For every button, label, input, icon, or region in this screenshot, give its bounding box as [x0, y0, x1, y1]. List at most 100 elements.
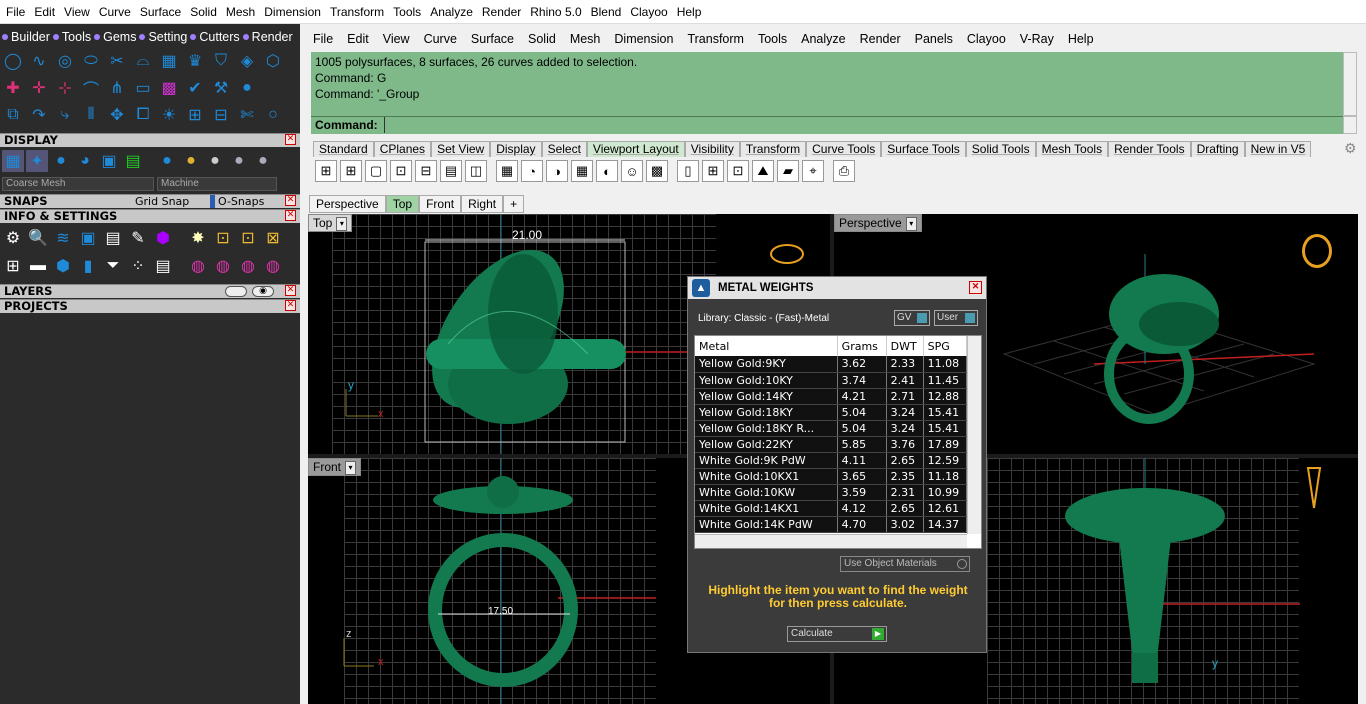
- table-row[interactable]: White Gold:10KX1 3.65 2.35 11.18: [695, 468, 968, 485]
- layout-split-icon[interactable]: ▤: [440, 160, 462, 182]
- main-menu-item[interactable]: V-Ray: [1020, 32, 1054, 46]
- table-row[interactable]: Yellow Gold:22KY 5.85 3.76 17.89: [695, 436, 968, 453]
- boolean-icon[interactable]: ⧉: [2, 104, 24, 126]
- viewport-tab[interactable]: +: [503, 195, 525, 213]
- named-view-icon[interactable]: ⊡: [727, 160, 749, 182]
- shaded-icon[interactable]: ●: [50, 150, 72, 172]
- top-menu-item[interactable]: View: [64, 5, 90, 19]
- cutter-icon[interactable]: ⬡: [262, 50, 284, 72]
- toolbar-tab[interactable]: Visibility: [684, 141, 740, 157]
- artistic-icon[interactable]: ▣: [98, 150, 120, 172]
- sphere-silver-icon[interactable]: ●: [204, 150, 226, 172]
- camera-target-icon[interactable]: ◑: [546, 160, 568, 182]
- command-scrollbar[interactable]: [1343, 116, 1357, 134]
- main-menu-item[interactable]: Edit: [347, 32, 369, 46]
- toolbar-tab[interactable]: Render Tools: [1108, 141, 1191, 157]
- layout-grid-2-icon[interactable]: ▦: [496, 160, 518, 182]
- viewport-top-label[interactable]: Top ▾: [308, 214, 353, 232]
- main-menu-item[interactable]: Transform: [687, 32, 744, 46]
- cylinder-icon[interactable]: ▮: [77, 255, 99, 277]
- main-menu-item[interactable]: Analyze: [801, 32, 845, 46]
- projects-section[interactable]: PROJECTS ✕: [0, 299, 300, 313]
- box-icon[interactable]: ▣: [77, 227, 99, 249]
- top-menu-item[interactable]: Rhino 5.0: [530, 5, 581, 19]
- layout-new-icon[interactable]: ⊡: [390, 160, 412, 182]
- viewport-perspective-label[interactable]: Perspective ▾: [834, 214, 922, 232]
- table-row[interactable]: White Gold:14K PdW 4.70 3.02 14.37: [695, 516, 968, 533]
- dimension3-icon[interactable]: ⊠: [262, 227, 284, 249]
- toolbar-tab[interactable]: Set View: [431, 141, 491, 157]
- circle-tool-icon[interactable]: ◯: [2, 50, 24, 72]
- ungroup-icon[interactable]: ⊟: [210, 104, 232, 126]
- main-menu-item[interactable]: Panels: [915, 32, 953, 46]
- gem-tab[interactable]: Builder: [2, 30, 50, 44]
- chevron-down-icon[interactable]: ▾: [336, 216, 348, 231]
- layout-split-v-icon[interactable]: ◫: [465, 160, 487, 182]
- group-icon[interactable]: ⊞: [184, 104, 206, 126]
- sphere-gold-icon[interactable]: ●: [180, 150, 202, 172]
- close-icon[interactable]: ✕: [969, 281, 982, 294]
- toolbar-tab[interactable]: Viewport Layout: [586, 141, 685, 157]
- top-menu-item[interactable]: Dimension: [264, 5, 321, 19]
- grid-snap-toggle[interactable]: Grid Snap: [135, 195, 189, 208]
- main-menu-item[interactable]: Curve: [424, 32, 457, 46]
- table-row[interactable]: Yellow Gold:18KY R... 5.04 3.24 15.41: [695, 420, 968, 437]
- top-menu-item[interactable]: Clayoo: [630, 5, 667, 19]
- history-scrollbar[interactable]: [1343, 52, 1357, 116]
- lens-icon[interactable]: ◐: [596, 160, 618, 182]
- close-icon[interactable]: ✕: [285, 300, 296, 311]
- scatter-icon[interactable]: ⁘: [127, 255, 149, 277]
- dimension2-icon[interactable]: ⊡: [237, 227, 259, 249]
- layout-single-icon[interactable]: ▢: [365, 160, 387, 182]
- main-menu-item[interactable]: Render: [860, 32, 901, 46]
- pave-icon[interactable]: ▦: [158, 50, 180, 72]
- colors-icon[interactable]: ▩: [646, 160, 668, 182]
- chevron-down-icon[interactable]: ▾: [345, 460, 357, 475]
- gem-tab[interactable]: Gems: [94, 30, 136, 44]
- gem-tab[interactable]: Tools: [52, 30, 91, 44]
- toolbar-tab[interactable]: Select: [541, 141, 587, 157]
- layout-grid-icon[interactable]: ⊞: [340, 160, 362, 182]
- column-header[interactable]: DWT: [886, 336, 924, 356]
- page-icon[interactable]: ▯: [677, 160, 699, 182]
- detail-icon[interactable]: ⊞: [702, 160, 724, 182]
- cross-array-icon[interactable]: ✛: [28, 77, 50, 99]
- ring-size-icon[interactable]: ◍: [187, 255, 209, 277]
- layer-toggle-icon[interactable]: [225, 286, 247, 297]
- table-row[interactable]: White Gold:10KW 3.59 2.31 10.99: [695, 484, 968, 501]
- toolbar-tab[interactable]: CPlanes: [373, 141, 432, 157]
- top-menu-item[interactable]: Edit: [34, 5, 55, 19]
- gem-setting-icon[interactable]: ◈: [236, 50, 258, 72]
- top-menu-item[interactable]: Mesh: [226, 5, 255, 19]
- toolbar-tab[interactable]: New in V5: [1244, 141, 1312, 157]
- face-icon[interactable]: ☺: [621, 160, 643, 182]
- top-menu-item[interactable]: Tools: [393, 5, 421, 19]
- ring-size2-icon[interactable]: ◍: [212, 255, 234, 277]
- layers-section[interactable]: LAYERS ◉ ✕: [0, 284, 300, 298]
- document-icon[interactable]: ▤: [152, 255, 174, 277]
- gear-icon[interactable]: ⚙: [1344, 140, 1357, 157]
- main-menu-item[interactable]: Solid: [528, 32, 556, 46]
- viewport-tab[interactable]: Front: [419, 195, 462, 213]
- dimension-icon[interactable]: ⊡: [212, 227, 234, 249]
- table-row[interactable]: White Gold:9K PdW 4.11 2.65 12.59: [695, 452, 968, 469]
- toolbar-tab[interactable]: Mesh Tools: [1035, 141, 1109, 157]
- metal-weights-header[interactable]: ▲ METAL WEIGHTS ✕: [688, 277, 986, 299]
- ring-icon[interactable]: ○: [262, 104, 284, 126]
- layout-4-icon[interactable]: ⊞: [315, 160, 337, 182]
- text-icon[interactable]: ▭: [132, 77, 154, 99]
- snaps-section[interactable]: SNAPS Grid Snap O-Snaps ✕: [0, 194, 300, 208]
- main-menu-item[interactable]: View: [383, 32, 410, 46]
- main-menu-item[interactable]: Clayoo: [967, 32, 1006, 46]
- main-menu-item[interactable]: Help: [1068, 32, 1094, 46]
- toolbar-tab[interactable]: Curve Tools: [806, 141, 882, 157]
- close-icon[interactable]: ✕: [285, 285, 296, 296]
- zoom-icon[interactable]: 🔍: [27, 227, 49, 249]
- arc-icon[interactable]: ⌒: [80, 77, 102, 99]
- box3d-icon[interactable]: ⬢: [52, 255, 74, 277]
- top-menu-item[interactable]: Surface: [140, 5, 181, 19]
- info-settings-section[interactable]: INFO & SETTINGS ✕: [0, 209, 300, 223]
- table-row[interactable]: Yellow Gold:14KY 4.21 2.71 12.88: [695, 388, 968, 405]
- top-menu-item[interactable]: Render: [482, 5, 521, 19]
- copy-icon[interactable]: ⧠: [132, 104, 154, 126]
